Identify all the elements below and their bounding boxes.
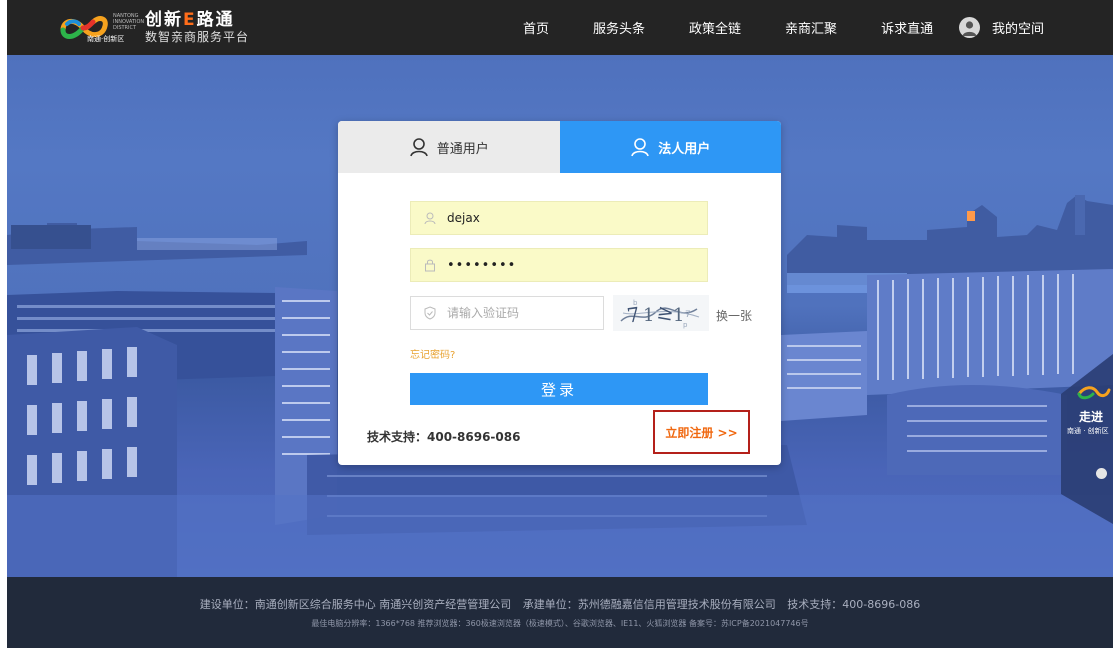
page: NANTONG INNOVATION DISTRICT 南通·创新区 创新E路通… <box>7 0 1113 648</box>
login-button[interactable]: 登录 <box>410 373 708 405</box>
tab-legal-user-label: 法人用户 <box>658 141 711 157</box>
top-header: NANTONG INNOVATION DISTRICT 南通·创新区 创新E路通… <box>7 0 1113 55</box>
footer-contractor: 承建单位：苏州德融嘉信信用管理技术股份有限公司 <box>522 598 776 611</box>
logo-chinese-text: 南通·创新区 <box>87 35 125 43</box>
platform-title-part2: 路通 <box>196 10 235 30</box>
my-space-label: 我的空间 <box>992 22 1045 37</box>
side-float-label: 走进 <box>1079 410 1104 424</box>
support-phone: 技术支持：400-8696-086 <box>367 430 521 444</box>
user-outline-icon <box>631 138 650 157</box>
shield-icon <box>424 306 436 320</box>
lock-icon <box>425 259 435 272</box>
user-outline-icon <box>409 138 428 157</box>
svg-text:7: 7 <box>685 310 691 320</box>
refresh-captcha-link[interactable]: 换一张 <box>716 307 752 324</box>
platform-title-part1: 创新 <box>145 10 183 30</box>
nav-item-service-headlines[interactable]: 服务头条 <box>593 18 645 37</box>
side-float-bg <box>1061 354 1113 524</box>
tab-legal-user[interactable]: 法人用户 <box>559 121 781 173</box>
captcha-image[interactable]: 7 1 ≥ 1 7 b p <box>613 295 709 331</box>
nav-item-business-gathering[interactable]: 亲商汇聚 <box>785 18 837 37</box>
username-field <box>410 201 708 235</box>
register-label: 立即注册 >> <box>665 425 738 440</box>
svg-text:p: p <box>683 321 688 329</box>
footer-credits: 建设单位：南通创新区综合服务中心 南通兴创资产经营管理公司 承建单位：苏州德融嘉… <box>7 596 1113 612</box>
username-input[interactable] <box>447 211 687 225</box>
svg-text:b: b <box>633 299 638 307</box>
svg-text:1: 1 <box>643 305 654 326</box>
nav-item-home[interactable]: 首页 <box>523 18 549 37</box>
platform-tagline: 数智亲商服务平台 <box>145 30 250 44</box>
logo-english-text: NANTONG INNOVATION DISTRICT <box>113 13 145 31</box>
side-float-sub-label: 南通 · 创新区 <box>1067 427 1109 435</box>
page-footer: 建设单位：南通创新区综合服务中心 南通兴创资产经营管理公司 承建单位：苏州德融嘉… <box>7 577 1113 648</box>
nav-item-policy-chain[interactable]: 政策全链 <box>689 18 741 37</box>
side-float-panel[interactable]: 走进 南通 · 创新区 <box>1061 354 1113 524</box>
forgot-password-link[interactable]: 忘记密码? <box>410 346 455 361</box>
logo-text-block: 创新E路通 数智亲商服务平台 <box>145 11 249 45</box>
login-card: 普通用户 法人用户 dejax •••••••• 请输入验证码 7 1 ≥ 1 … <box>338 121 781 465</box>
user-icon <box>424 212 436 225</box>
site-logo[interactable]: NANTONG INNOVATION DISTRICT 南通·创新区 创新E路通… <box>57 9 249 47</box>
login-tabs: 普通用户 法人用户 <box>338 121 781 173</box>
user-avatar-icon <box>959 17 980 38</box>
register-link[interactable]: 立即注册 >> <box>653 410 750 454</box>
my-space-link[interactable]: 我的空间 <box>959 0 1044 55</box>
tab-normal-user[interactable]: 普通用户 <box>338 121 560 173</box>
password-field <box>410 248 708 282</box>
footer-build-unit: 建设单位：南通创新区综合服务中心 南通兴创资产经营管理公司 <box>199 598 512 611</box>
tab-normal-user-label: 普通用户 <box>436 141 489 157</box>
nav-item-appeals[interactable]: 诉求直通 <box>881 18 933 37</box>
hero-background: 普通用户 法人用户 dejax •••••••• 请输入验证码 7 1 ≥ 1 … <box>7 55 1113 577</box>
side-float-toggle-icon[interactable] <box>1096 468 1107 479</box>
platform-title-e: E <box>183 10 197 30</box>
footer-tech-support: 技术支持：400-8696-086 <box>787 598 921 611</box>
platform-title: 创新E路通 <box>145 11 249 30</box>
captcha-field <box>410 296 604 330</box>
footer-notice: 最佳电脑分辨率：1366*768 推荐浏览器：360极速浏览器（极速模式）、谷歌… <box>311 619 809 628</box>
password-input[interactable] <box>447 257 687 273</box>
captcha-input[interactable] <box>447 306 597 320</box>
main-nav: 首页 服务头条 政策全链 亲商汇聚 诉求直通 <box>523 0 933 55</box>
